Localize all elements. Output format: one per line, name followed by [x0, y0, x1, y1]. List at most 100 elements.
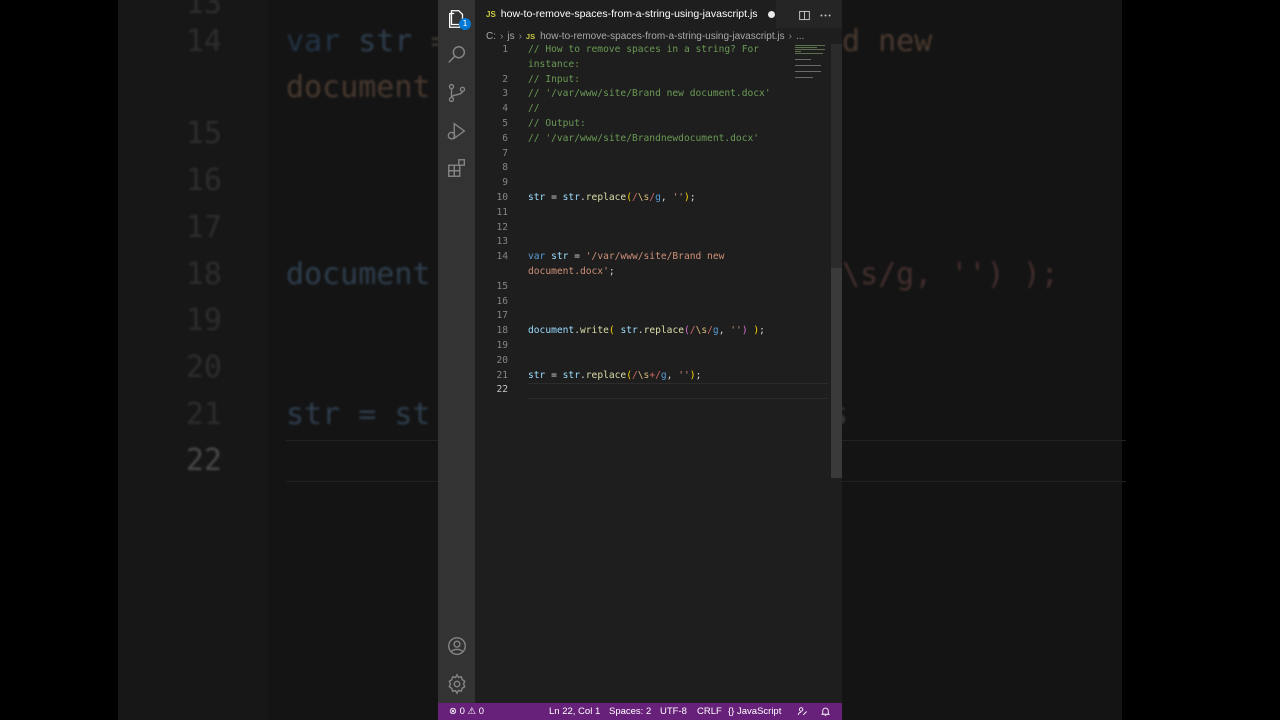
code-line-21: str = str.replace(/\s+/g, ''); — [528, 369, 702, 381]
line-number: 6 — [502, 132, 508, 144]
line-number: 15 — [496, 280, 508, 292]
background-line-number: 17 — [185, 210, 222, 245]
token-var: str — [562, 369, 580, 381]
warning-icon: ⚠ — [467, 706, 477, 717]
account-icon[interactable] — [446, 635, 468, 657]
line-number: 4 — [502, 103, 508, 115]
status-bar: ⊗ 0 ⚠ 0 Ln 22, Col 1 Spaces: 2 UTF-8 CRL… — [438, 703, 842, 720]
code-line-6: // '/var/www/site/Brandnewdocument.docx' — [528, 132, 760, 144]
background-line-number: 20 — [185, 350, 222, 385]
activity-bar: 1 — [438, 0, 475, 703]
split-editor-icon[interactable] — [798, 7, 811, 21]
code-editor[interactable]: 1 2 3 4 5 6 7 8 9 10 11 12 13 14 15 16 17 18 19 20 21 22 // H… — [475, 44, 842, 703]
line-number: 18 — [496, 325, 508, 337]
background-line-number: 15 — [185, 116, 222, 151]
editor-tab[interactable]: JS how-to-remove-spaces-from-a-string-us… — [475, 0, 776, 28]
background-code-line: d new — [842, 24, 933, 59]
problems-indicator[interactable]: ⊗ 0 ⚠ 0 — [449, 703, 484, 720]
line-number: 5 — [502, 118, 508, 129]
minimap[interactable] — [795, 44, 829, 84]
code-line-2: // Input: — [528, 73, 580, 85]
token-fn: write — [580, 325, 609, 337]
background-line-number: 22 — [185, 443, 222, 478]
token-var: str — [620, 325, 638, 337]
background-line-number: 16 — [185, 163, 222, 198]
search-icon[interactable] — [446, 44, 468, 66]
breadcrumb-file[interactable]: how-to-remove-spaces-from-a-string-using… — [540, 31, 785, 42]
code-line-18: document.write( str.replace(/\s/g, '') )… — [528, 325, 765, 337]
language-label: JavaScript — [737, 706, 782, 717]
background-code-line: str = st — [286, 397, 431, 432]
code-line-1-wrap: instance: — [528, 58, 580, 70]
error-icon: ⊗ — [449, 706, 457, 717]
code-line-5: // Output: — [528, 118, 586, 129]
js-file-icon: JS — [486, 9, 496, 19]
chevron-right-icon: › — [500, 30, 504, 42]
token-var: str — [551, 251, 569, 263]
files-icon[interactable]: 1 — [446, 8, 471, 30]
code-line-14-wrap: document.docx'; — [528, 266, 615, 277]
warning-count: 0 — [478, 706, 485, 717]
current-line-highlight — [528, 383, 828, 399]
language-mode[interactable]: {} JavaScript — [728, 703, 781, 720]
error-count: 0 — [459, 706, 465, 717]
chevron-right-icon: › — [788, 30, 792, 42]
background-line-number: 19 — [185, 303, 222, 338]
line-number: 1 — [502, 44, 508, 55]
line-number: 16 — [496, 295, 508, 307]
line-number: 22 — [496, 384, 508, 396]
notifications-bell-icon[interactable] — [820, 703, 831, 720]
feedback-icon[interactable] — [797, 703, 808, 720]
source-control-icon[interactable] — [446, 82, 468, 104]
tab-filename: how-to-remove-spaces-from-a-string-using… — [500, 8, 758, 20]
token-fn: replace — [643, 325, 684, 337]
code-line-14: var str = '/var/www/site/Brand new — [528, 251, 725, 263]
background-line-number: 18 — [185, 257, 222, 292]
token-keyword: var — [528, 251, 546, 263]
background-code-line: document — [286, 257, 431, 292]
indentation[interactable]: Spaces: 2 — [609, 703, 651, 720]
more-actions-icon[interactable] — [819, 7, 832, 20]
code-line-3: // '/var/www/site/Brand new document.doc… — [528, 88, 771, 100]
background-line-number: 21 — [185, 397, 222, 432]
line-number: 12 — [496, 221, 508, 233]
code-line-10: str = str.replace(/\s/g, ''); — [528, 192, 696, 203]
breadcrumb-folder[interactable]: js — [507, 31, 514, 42]
line-number: 14 — [496, 251, 508, 263]
line-number: 3 — [502, 88, 508, 100]
cursor-position[interactable]: Ln 22, Col 1 — [549, 703, 600, 720]
breadcrumb-more[interactable]: ... — [796, 31, 804, 42]
chevron-right-icon: › — [518, 30, 522, 42]
line-number: 9 — [502, 177, 508, 189]
background-code-line: \s/g, '') ); — [842, 257, 1059, 292]
encoding[interactable]: UTF-8 — [660, 703, 687, 720]
unsaved-dot-icon[interactable] — [767, 10, 775, 18]
line-number: 7 — [502, 147, 508, 159]
settings-gear-icon[interactable] — [446, 673, 468, 695]
extensions-icon[interactable] — [446, 157, 468, 179]
background-code-line: document — [286, 70, 431, 105]
token-string: '/var/www/site/Brand new — [585, 251, 725, 263]
explorer-badge: 1 — [459, 18, 471, 30]
line-number: 13 — [496, 236, 508, 248]
line-ending[interactable]: CRLF — [697, 703, 722, 720]
breadcrumb: C: › js › JS how-to-remove-spaces-from-a… — [486, 29, 804, 43]
code-line-4: // — [528, 103, 540, 115]
braces-icon: {} — [728, 706, 735, 717]
background-line-number: 14 — [185, 24, 222, 59]
line-number: 11 — [496, 206, 508, 218]
token-var: str — [562, 192, 580, 203]
scrollbar-thumb[interactable] — [831, 268, 842, 478]
code-line-1: // How to remove spaces in a string? For — [528, 44, 760, 55]
line-number: 19 — [496, 340, 508, 351]
line-number: 2 — [502, 73, 508, 85]
breadcrumb-drive[interactable]: C: — [486, 31, 496, 42]
line-number: 17 — [496, 310, 508, 322]
js-file-icon: JS — [525, 31, 536, 41]
line-number: 20 — [496, 354, 508, 366]
token-var: str — [528, 369, 546, 381]
token-var: str — [528, 192, 546, 203]
line-number: 21 — [496, 369, 508, 381]
run-debug-icon[interactable] — [446, 120, 468, 142]
token-string: document.docx' — [528, 266, 609, 277]
